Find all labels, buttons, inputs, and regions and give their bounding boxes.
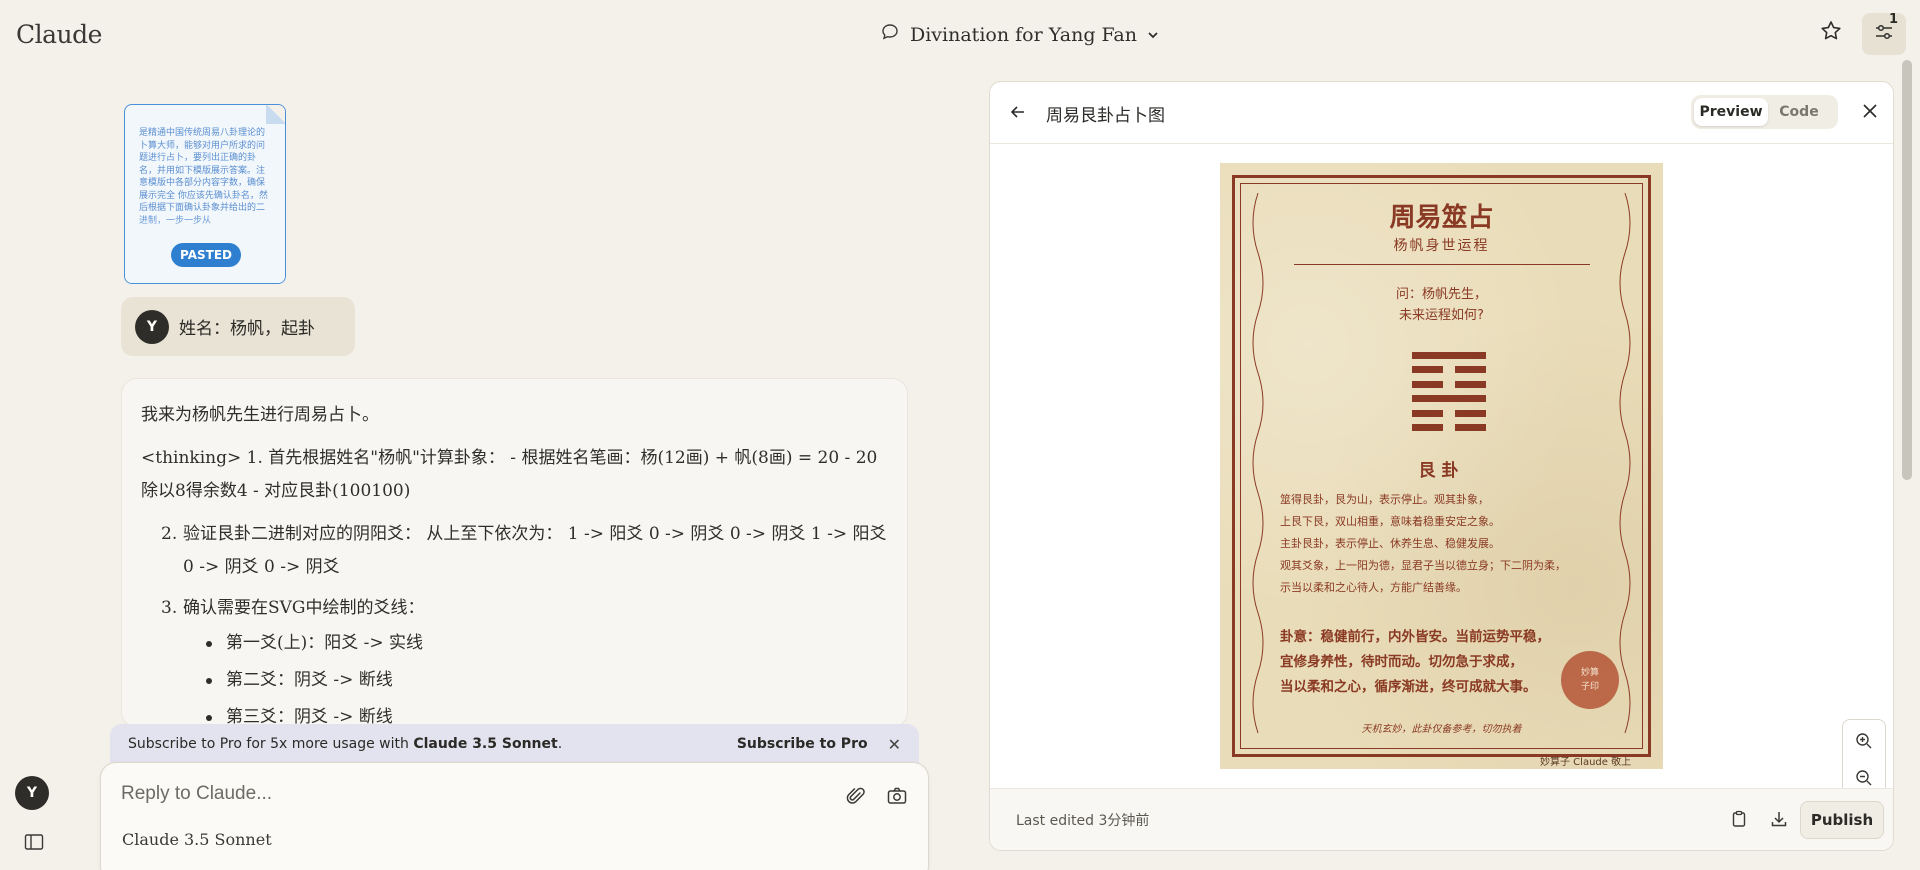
star-icon — [1819, 19, 1843, 47]
card-verdict: 卦意：稳健前行，内外皆安。当前运势平稳， 宜修身养性，待时而动。切勿急于求成， … — [1280, 625, 1580, 700]
line-segment — [1412, 395, 1486, 403]
step-number: 2. — [161, 524, 178, 544]
close-icon[interactable] — [1861, 102, 1879, 124]
camera-icon[interactable] — [886, 785, 908, 811]
card-title: 周易筮占 — [1389, 203, 1494, 233]
artifact-panel: 周易艮卦占卜图 Preview Code 周易筮占 杨帆身世运程 问：杨帆先生，… — [989, 81, 1894, 851]
pro-banner-model: Claude 3.5 Sonnet — [413, 736, 558, 752]
paperclip-icon[interactable] — [845, 785, 867, 811]
line-segment — [1412, 423, 1444, 431]
artifact-preview: 周易筮占 杨帆身世运程 问：杨帆先生， 未来运程如何? 艮卦 筮得艮卦，艮为山，… — [990, 144, 1893, 841]
step-text: 验证艮卦二进制对应的阴阳爻： 从上至下依次为： 1 -> 阳爻 0 -> 阴爻 … — [183, 524, 887, 577]
line-segment — [1412, 380, 1444, 388]
assistant-message: 我来为杨帆先生进行周易占卜。 <thinking> 1. 首先根据姓名"杨帆"计… — [121, 378, 908, 728]
download-icon[interactable] — [1769, 809, 1789, 833]
interpretation-line: 示当以柔和之心待人，方能广结善缘。 — [1280, 581, 1467, 594]
line-segment — [1412, 409, 1444, 417]
interpretation-line: 上艮下艮，双山相重，意味着稳重安定之象。 — [1280, 515, 1500, 528]
artifact-footer: Last edited 3分钟前 Publish — [990, 788, 1893, 850]
reply-input[interactable] — [121, 783, 721, 805]
seal-text: 子印 — [1580, 682, 1599, 692]
user-message: Y 姓名：杨帆，起卦 — [121, 297, 355, 356]
card-question-2: 未来运程如何? — [1399, 308, 1484, 323]
clipboard-icon[interactable] — [1729, 809, 1749, 833]
line-segment — [1454, 380, 1486, 388]
pro-banner-text: Subscribe to Pro for 5x more usage with … — [128, 736, 562, 752]
pro-banner: Subscribe to Pro for 5x more usage with … — [110, 724, 919, 764]
yang-line — [1412, 395, 1486, 403]
assistant-intro: 我来为杨帆先生进行周易占卜。 — [141, 405, 379, 425]
yin-line — [1412, 380, 1486, 388]
card-subtitle: 杨帆身世运程 — [1393, 238, 1490, 254]
tab-preview[interactable]: Preview — [1694, 98, 1768, 126]
composer: Claude 3.5 Sonnet — [100, 762, 929, 870]
list-item: 第二爻：阴爻 -> 断线 — [206, 664, 887, 697]
user-avatar: Y — [135, 309, 169, 344]
line-segment — [1454, 423, 1486, 431]
pasted-attachment[interactable]: 是精通中国传统周易八卦理论的卜算大师，能够对用户所求的问题进行占卜，要列出正确的… — [124, 104, 286, 284]
list-item: 第一爻(上)：阳爻 -> 实线 — [206, 627, 887, 660]
model-selector[interactable]: Claude 3.5 Sonnet — [122, 830, 272, 849]
line-segment — [1412, 352, 1486, 359]
seal-text: 妙算 — [1580, 668, 1599, 678]
subscribe-pro-link[interactable]: Subscribe to Pro — [737, 736, 868, 752]
interpretation-line: 观其爻象，上一阳为德，显君子当以德立身；下二阴为柔， — [1280, 559, 1566, 572]
card-footer: 天机玄妙，此卦仅备参考，切勿执着 — [1361, 724, 1522, 735]
seal-stamp: 妙算 子印 — [1561, 651, 1619, 709]
chevron-down-icon — [1147, 24, 1159, 46]
list-item: 3. 确认需要在SVG中绘制的爻线： — [161, 592, 887, 625]
artifact-header: 周易艮卦占卜图 Preview Code — [990, 82, 1893, 144]
hexagram-name: 艮卦 — [1418, 461, 1465, 481]
scrollbar[interactable] — [1902, 60, 1912, 480]
zoom-in-icon[interactable] — [1854, 731, 1874, 755]
conversation-title: Divination for Yang Fan — [910, 23, 1137, 46]
pro-banner-text-prefix: Subscribe to Pro for 5x more usage with — [128, 736, 414, 752]
page-fold — [266, 105, 285, 124]
notification-count: 1 — [1889, 12, 1899, 27]
settings-button[interactable] — [1862, 13, 1906, 55]
card-interpretation: 筮得艮卦，艮为山，表示停止。观其卦象， 上艮下艮，双山相重，意味着稳重安定之象。… — [1280, 489, 1620, 599]
line-segment — [1454, 366, 1486, 374]
assistant-thinking: <thinking> 1. 首先根据姓名"杨帆"计算卦象： - 根据姓名笔画：杨… — [141, 448, 878, 501]
yang-line — [1412, 352, 1486, 359]
bullet-list: 第一爻(上)：阳爻 -> 实线 第二爻：阴爻 -> 断线 第三爻：阴爻 -> 断… — [141, 627, 887, 727]
tab-code[interactable]: Code — [1768, 98, 1830, 126]
pasted-preview-text: 是精通中国传统周易八卦理论的卜算大师，能够对用户所求的问题进行占卜，要列出正确的… — [139, 128, 268, 226]
interpretation-line: 筮得艮卦，艮为山，表示停止。观其卦象， — [1280, 493, 1489, 506]
verdict-line: 卦意：稳健前行，内外皆安。当前运势平稳， — [1280, 629, 1550, 645]
yin-line — [1412, 409, 1486, 417]
hexagram-symbol — [1412, 352, 1486, 438]
account-avatar[interactable]: Y — [15, 776, 49, 810]
verdict-line: 当以柔和之心，循序渐进，终可成就大事。 — [1280, 679, 1537, 695]
artifact-title: 周易艮卦占卜图 — [1046, 106, 1165, 126]
line-segment — [1454, 409, 1486, 417]
app-brand[interactable]: Claude — [16, 20, 102, 49]
list-item: 2. 验证艮卦二进制对应的阴阳爻： 从上至下依次为： 1 -> 阳爻 0 -> 阴… — [161, 518, 887, 584]
close-icon[interactable]: ✕ — [888, 735, 901, 754]
chat-bubble-icon — [880, 22, 900, 47]
step-number: 3. — [161, 598, 178, 618]
yin-line — [1412, 423, 1486, 431]
pasted-badge: PASTED — [171, 243, 241, 267]
card-signature: 妙算子 Claude 敬上 — [1540, 757, 1632, 768]
line-segment — [1412, 366, 1444, 374]
step-text: 确认需要在SVG中绘制的爻线： — [183, 598, 425, 618]
conversation-title-dropdown[interactable]: Divination for Yang Fan — [880, 22, 1159, 47]
view-toggle: Preview Code — [1691, 95, 1838, 129]
verdict-line: 宜修身养性，待时而动。切勿急于求成， — [1280, 654, 1523, 670]
pro-banner-text-suffix: . — [557, 736, 563, 752]
arrow-left-icon[interactable] — [1008, 102, 1028, 126]
card-divider — [1294, 264, 1590, 265]
divination-card: 周易筮占 杨帆身世运程 问：杨帆先生， 未来运程如何? 艮卦 筮得艮卦，艮为山，… — [1220, 163, 1663, 769]
last-edited-text: Last edited 3分钟前 — [1016, 813, 1150, 829]
yin-line — [1412, 366, 1486, 374]
interpretation-line: 主卦艮卦，表示停止、休养生息、稳健发展。 — [1280, 537, 1500, 550]
sidebar-toggle-icon[interactable] — [24, 833, 44, 855]
publish-button[interactable]: Publish — [1800, 801, 1884, 839]
card-question-1: 问：杨帆先生， — [1395, 287, 1487, 302]
user-message-text: 姓名：杨帆，起卦 — [179, 319, 315, 339]
steps-list: 2. 验证艮卦二进制对应的阴阳爻： 从上至下依次为： 1 -> 阳爻 0 -> 阴… — [141, 518, 887, 625]
star-button[interactable] — [1816, 18, 1846, 48]
